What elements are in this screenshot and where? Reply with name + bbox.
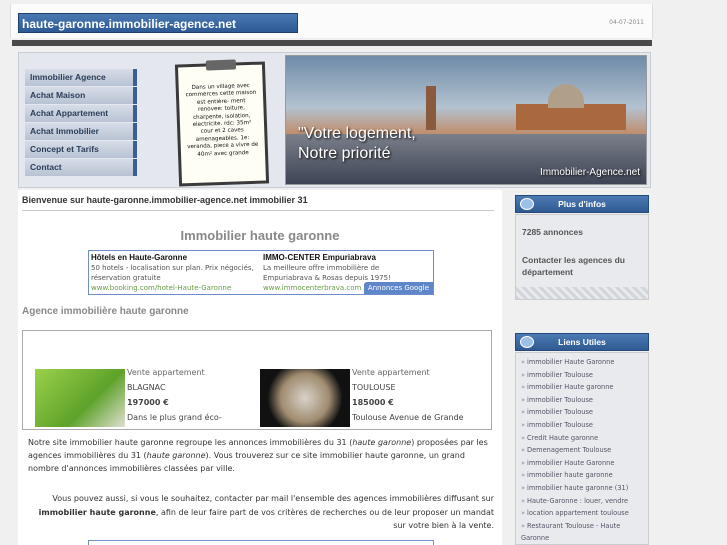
useful-link[interactable]: » Credit Haute garonne — [521, 432, 645, 445]
useful-link[interactable]: » immobilier Haute Garonne — [521, 457, 645, 470]
nav-item-achat-immobilier[interactable]: Achat Immobilier — [25, 123, 137, 140]
main-nav: Immobilier Agence Achat Maison Achat App… — [25, 69, 137, 177]
ad-line: réservation gratuite — [91, 274, 161, 282]
nav-item-concept-tarifs[interactable]: Concept et Tarifs — [25, 141, 137, 158]
page-title: Immobilier haute garonne — [180, 228, 340, 243]
listing-photo[interactable] — [260, 369, 350, 427]
ad-url[interactable]: www.booking.com/hotel-Haute-Garonne — [91, 283, 261, 293]
nav-item-immobilier-agence[interactable]: Immobilier Agence — [25, 69, 137, 86]
section-heading: Agence immobilière haute garonne — [22, 306, 189, 317]
useful-link[interactable]: » location appartement toulouse — [521, 507, 645, 520]
site-title[interactable]: haute-garonne.immobilier-agence.net — [18, 13, 298, 33]
globe-icon — [520, 198, 534, 210]
nav-item-achat-maison[interactable]: Achat Maison — [25, 87, 137, 104]
contact-agences-link[interactable]: Contacter les agences du département — [522, 254, 644, 278]
listing-details: Vente appartement BLAGNAC 197000 € Dans … — [127, 365, 222, 425]
sidebar-infos-box: 7285 annonces Contacter les agences du d… — [515, 214, 649, 300]
ad-line: 50 hotels - localisation sur plan. Prix … — [91, 264, 254, 272]
clipboard-clip-icon — [205, 59, 237, 71]
banner-watermark: Immobilier-Agence.net — [539, 167, 640, 178]
ad-title[interactable]: IMMO-CENTER Empuriabrava — [263, 253, 433, 263]
welcome-heading: Bienvenue sur haute-garonne.immobilier-a… — [22, 195, 308, 205]
ad-title[interactable]: Hôtels en Haute-Garonne — [91, 253, 261, 263]
useful-link[interactable]: » immobilier haute garonne — [521, 469, 645, 482]
banner: Immobilier Agence Achat Maison Achat App… — [18, 52, 651, 188]
clipboard-note: Dans un village avec commerces cette mai… — [174, 59, 270, 187]
welcome-divider — [22, 210, 494, 211]
listing-price: 197000 € — [127, 398, 169, 407]
slogan-line-1: "Votre logement, — [298, 125, 416, 142]
nav-item-contact[interactable]: Contact — [25, 159, 137, 176]
sidebar-links-box: » immobilier Haute Garonne » immobilier To… — [515, 352, 649, 545]
sidebar-links-title: Liens Utiles — [558, 337, 606, 347]
tower-shape — [426, 86, 436, 130]
useful-link[interactable]: » Demenagement Toulouse — [521, 444, 645, 457]
useful-link[interactable]: » Haute-Garonne : louer, vendre — [521, 495, 645, 508]
listing-price: 185000 € — [352, 398, 394, 407]
useful-link[interactable]: » immobilier Toulouse — [521, 419, 645, 432]
listing-city: TOULOUSE — [352, 383, 396, 392]
ads-by-google-badge[interactable]: Annonces Google — [363, 282, 433, 294]
sidebar-infos-title: Plus d'infos — [558, 199, 606, 209]
note-text: Dans un village avec commerces cette mai… — [185, 83, 259, 158]
listing-desc: Dans le plus grand éco- — [127, 413, 222, 422]
useful-link[interactable]: » immobilier Toulouse — [521, 406, 645, 419]
annonces-count[interactable]: 7285 annonces — [522, 226, 583, 238]
globe-icon — [520, 336, 534, 348]
date-label: 04-07-2011 — [609, 19, 644, 26]
dome-shape — [548, 84, 584, 108]
useful-link[interactable]: » immobilier Haute Garonne — [521, 356, 645, 369]
listing-desc: Toulouse Avenue de Grande — [352, 413, 464, 422]
useful-links-list: » immobilier Haute Garonne » immobilier To… — [521, 356, 645, 544]
useful-link[interactable]: Garonne — [521, 532, 645, 544]
listing-city: BLAGNAC — [127, 383, 166, 392]
sidebar-stripes — [516, 287, 648, 299]
google-ads-box: Hôtels en Haute-Garonne 50 hotels - loca… — [88, 250, 434, 295]
useful-link[interactable]: » immobilier Haute garonne — [521, 381, 645, 394]
listing-title[interactable]: Vente appartement — [127, 365, 222, 380]
useful-link[interactable]: » Restaurant Toulouse - Haute — [521, 520, 645, 533]
useful-link[interactable]: » immobilier Toulouse — [521, 369, 645, 382]
listing-photo[interactable] — [35, 369, 125, 427]
contact-paragraph: Vous pouvez aussi, si vous le souhaitez,… — [38, 494, 494, 530]
listing-title[interactable]: Vente appartement — [352, 365, 464, 380]
useful-link[interactable]: » immobilier Toulouse — [521, 394, 645, 407]
main-content: Bienvenue sur haute-garonne.immobilier-a… — [18, 190, 502, 545]
slogan-line-2: Notre priorité — [298, 145, 391, 162]
sidebar-infos-header: Plus d'infos — [515, 195, 649, 213]
nav-item-achat-appartement[interactable]: Achat Appartement — [25, 105, 137, 122]
useful-link[interactable]: » immobilier haute garonne (31) — [521, 482, 645, 495]
listing-details: Vente appartement TOULOUSE 185000 € Toul… — [352, 365, 464, 425]
banner-photo: "Votre logement, Notre priorité Immobili… — [285, 55, 647, 185]
header-band — [12, 40, 652, 46]
header: haute-garonne.immobilier-agence.net 04-0… — [10, 4, 653, 38]
intro-paragraph: Notre site immobilier haute garonne regr… — [28, 438, 488, 473]
ad-item[interactable]: Hôtels en Haute-Garonne 50 hotels - loca… — [91, 253, 261, 293]
ad-line: La meilleure offre immobilière de — [263, 264, 380, 272]
sidebar-links-header: Liens Utiles — [515, 333, 649, 351]
listings-box: Vente appartement BLAGNAC 197000 € Dans … — [22, 330, 492, 430]
bottom-ads-box — [88, 540, 434, 545]
